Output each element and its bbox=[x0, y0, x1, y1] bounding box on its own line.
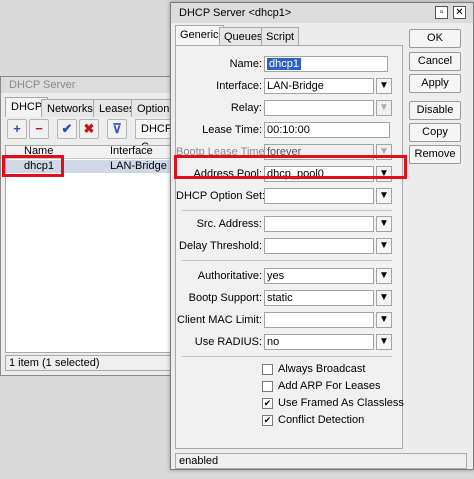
use-framed-label: Use Framed As Classless bbox=[278, 397, 404, 409]
client-mac-limit-field[interactable] bbox=[264, 312, 374, 328]
interface-dropdown-icon[interactable]: ▼ bbox=[376, 78, 392, 94]
bootp-support-dropdown-icon[interactable]: ▼ bbox=[376, 290, 392, 306]
minimize-icon[interactable]: ▫ bbox=[435, 6, 448, 19]
use-radius-label: Use RADIUS: bbox=[194, 336, 262, 348]
authoritative-label: Authoritative: bbox=[197, 270, 262, 282]
divider bbox=[182, 260, 392, 261]
status-bar: 1 item (1 selected) bbox=[5, 355, 185, 371]
relay-label: Relay: bbox=[230, 102, 262, 114]
cancel-button[interactable]: Cancel bbox=[409, 52, 461, 71]
lease-time-field[interactable]: 00:10:00 bbox=[264, 122, 390, 138]
use-radius-dropdown-icon[interactable]: ▼ bbox=[376, 334, 392, 350]
use-radius-select[interactable]: no bbox=[264, 334, 374, 350]
highlight-box-server-row bbox=[2, 155, 64, 177]
remove-button[interactable]: Remove bbox=[409, 145, 461, 164]
dhcp-option-set-dropdown-icon[interactable]: ▼ bbox=[376, 188, 392, 204]
dhcp-option-set-select[interactable] bbox=[264, 188, 374, 204]
dhcp-server-dialog: DHCP Server <dhcp1> ▫ ✕ Generic Queues S… bbox=[170, 2, 474, 470]
copy-button[interactable]: Copy bbox=[409, 123, 461, 142]
src-address-dropdown-icon[interactable]: ▼ bbox=[376, 216, 392, 232]
always-broadcast-checkbox[interactable] bbox=[262, 364, 273, 375]
always-broadcast-label: Always Broadcast bbox=[278, 363, 366, 375]
conflict-detection-checkbox[interactable]: ✔ bbox=[262, 415, 273, 426]
src-address-label: Src. Address: bbox=[196, 218, 262, 230]
src-address-field[interactable] bbox=[264, 216, 374, 232]
relay-field[interactable] bbox=[264, 100, 374, 116]
delay-threshold-label: Delay Threshold: bbox=[179, 240, 262, 252]
bootp-support-select[interactable]: static bbox=[264, 290, 374, 306]
client-mac-limit-dropdown-icon[interactable]: ▼ bbox=[376, 312, 392, 328]
authoritative-dropdown-icon[interactable]: ▼ bbox=[376, 268, 392, 284]
add-arp-label: Add ARP For Leases bbox=[278, 380, 381, 392]
client-mac-limit-label: Client MAC Limit: bbox=[177, 314, 262, 326]
tab-networks[interactable]: Networks bbox=[41, 99, 99, 117]
delay-threshold-dropdown-icon[interactable]: ▼ bbox=[376, 238, 392, 254]
remove-icon[interactable]: − bbox=[29, 119, 49, 139]
tab-generic[interactable]: Generic bbox=[175, 25, 224, 46]
filter-icon[interactable]: ⊽ bbox=[107, 119, 127, 139]
add-icon[interactable]: + bbox=[7, 119, 27, 139]
enable-icon[interactable]: ✔ bbox=[57, 119, 77, 139]
name-field[interactable]: dhcp1 bbox=[264, 56, 388, 72]
dhcp-option-set-label: DHCP Option Set: bbox=[176, 190, 266, 202]
generic-panel: Name: dhcp1 Interface: LAN-Bridge ▼ Rela… bbox=[175, 45, 404, 449]
conflict-detection-label: Conflict Detection bbox=[278, 414, 365, 426]
bootp-support-label: Bootp Support: bbox=[188, 292, 262, 304]
disable-button[interactable]: Disable bbox=[409, 101, 461, 120]
divider bbox=[182, 356, 392, 357]
close-icon[interactable]: ✕ bbox=[453, 6, 466, 19]
tab-script[interactable]: Script bbox=[261, 27, 300, 45]
name-label: Name: bbox=[229, 58, 262, 70]
use-framed-checkbox[interactable]: ✔ bbox=[262, 398, 273, 409]
row-interface: LAN-Bridge bbox=[110, 160, 167, 172]
relay-dropdown-icon[interactable]: ▼ bbox=[376, 100, 392, 116]
lease-time-label: Lease Time: bbox=[202, 124, 262, 136]
ok-button[interactable]: OK bbox=[409, 29, 461, 48]
interface-select[interactable]: LAN-Bridge bbox=[264, 78, 374, 94]
disable-icon[interactable]: ✖ bbox=[79, 119, 99, 139]
divider bbox=[182, 210, 392, 211]
apply-button[interactable]: Apply bbox=[409, 74, 461, 93]
interface-label: Interface: bbox=[216, 80, 262, 92]
authoritative-select[interactable]: yes bbox=[264, 268, 374, 284]
add-arp-checkbox[interactable] bbox=[262, 381, 273, 392]
highlight-box-address-pool bbox=[174, 155, 407, 179]
dialog-status-bar: enabled bbox=[175, 453, 467, 469]
column-interface[interactable]: Interface bbox=[110, 145, 153, 157]
dhcp-config-button[interactable]: DHCP C bbox=[135, 119, 175, 153]
delay-threshold-field[interactable] bbox=[264, 238, 374, 254]
name-value: dhcp1 bbox=[267, 58, 301, 70]
dialog-title: DHCP Server <dhcp1> bbox=[171, 3, 473, 23]
